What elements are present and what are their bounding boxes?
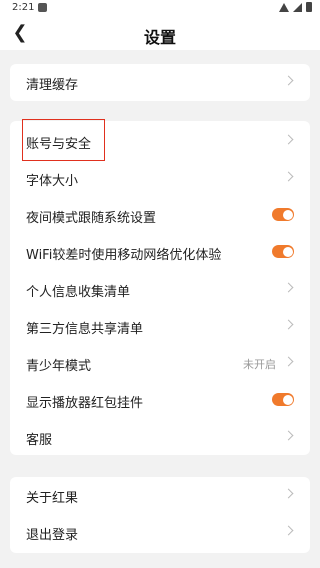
red-packet-widget-toggle[interactable]: [272, 393, 294, 406]
chevron-right-icon: [283, 75, 294, 86]
row-label: 夜间模式跟随系统设置: [26, 211, 157, 226]
page-title: 设置: [143, 28, 176, 47]
wifi-icon: [279, 3, 289, 12]
chevron-right-icon: [283, 488, 294, 499]
chevron-right-icon: [283, 282, 294, 293]
toggle-knob: [282, 246, 293, 257]
battery-icon: [306, 2, 312, 12]
row-label: 关于红果: [26, 491, 79, 506]
row-label: 显示播放器红包挂件: [26, 396, 144, 411]
teen-mode-status: 未开启: [243, 358, 276, 371]
clear-cache-row[interactable]: 清理缓存: [10, 64, 310, 101]
font-size-row[interactable]: 字体大小: [10, 160, 310, 197]
personal-info-list-row[interactable]: 个人信息收集清单: [10, 271, 310, 308]
wifi-optimize-toggle[interactable]: [272, 245, 294, 258]
row-label: 青少年模式: [26, 359, 92, 374]
row-label: 清理缓存: [26, 78, 79, 93]
toggle-knob: [282, 394, 293, 405]
status-time: 2:21: [12, 2, 35, 13]
row-label: 个人信息收集清单: [26, 285, 131, 300]
chevron-right-icon: [283, 134, 294, 145]
chevron-right-icon: [283, 430, 294, 441]
highlight-box: [22, 119, 105, 161]
row-label: 客服: [26, 433, 53, 448]
header-bar: ❮ 设置: [0, 16, 320, 50]
settings-card-about: 关于红果 退出登录: [10, 477, 310, 553]
chevron-right-icon: [283, 171, 294, 182]
status-bar: 2:21: [0, 0, 320, 16]
about-row[interactable]: 关于红果: [10, 477, 310, 514]
chevron-right-icon: [283, 319, 294, 330]
settings-card-cache: 清理缓存: [10, 64, 310, 101]
settings-card-main: 账号与安全 字体大小 夜间模式跟随系统设置 WiFi较差时使用移动网络优化体验 …: [10, 121, 310, 455]
toggle-knob: [282, 209, 293, 220]
red-packet-widget-row: 显示播放器红包挂件: [10, 382, 310, 419]
chevron-right-icon: [283, 356, 294, 367]
teen-mode-row[interactable]: 青少年模式 未开启: [10, 345, 310, 382]
row-label: WiFi较差时使用移动网络优化体验: [26, 248, 222, 263]
night-mode-row: 夜间模式跟随系统设置: [10, 197, 310, 234]
row-label: 退出登录: [26, 528, 79, 543]
third-party-share-row[interactable]: 第三方信息共享清单: [10, 308, 310, 345]
chevron-right-icon: [283, 525, 294, 536]
night-mode-toggle[interactable]: [272, 208, 294, 221]
customer-service-row[interactable]: 客服: [10, 419, 310, 456]
signal-icon: [293, 3, 302, 12]
row-label: 字体大小: [26, 174, 79, 189]
logout-row[interactable]: 退出登录: [10, 514, 310, 551]
row-label: 第三方信息共享清单: [26, 322, 144, 337]
notification-icon: [38, 3, 47, 12]
wifi-optimize-row: WiFi较差时使用移动网络优化体验: [10, 234, 310, 271]
